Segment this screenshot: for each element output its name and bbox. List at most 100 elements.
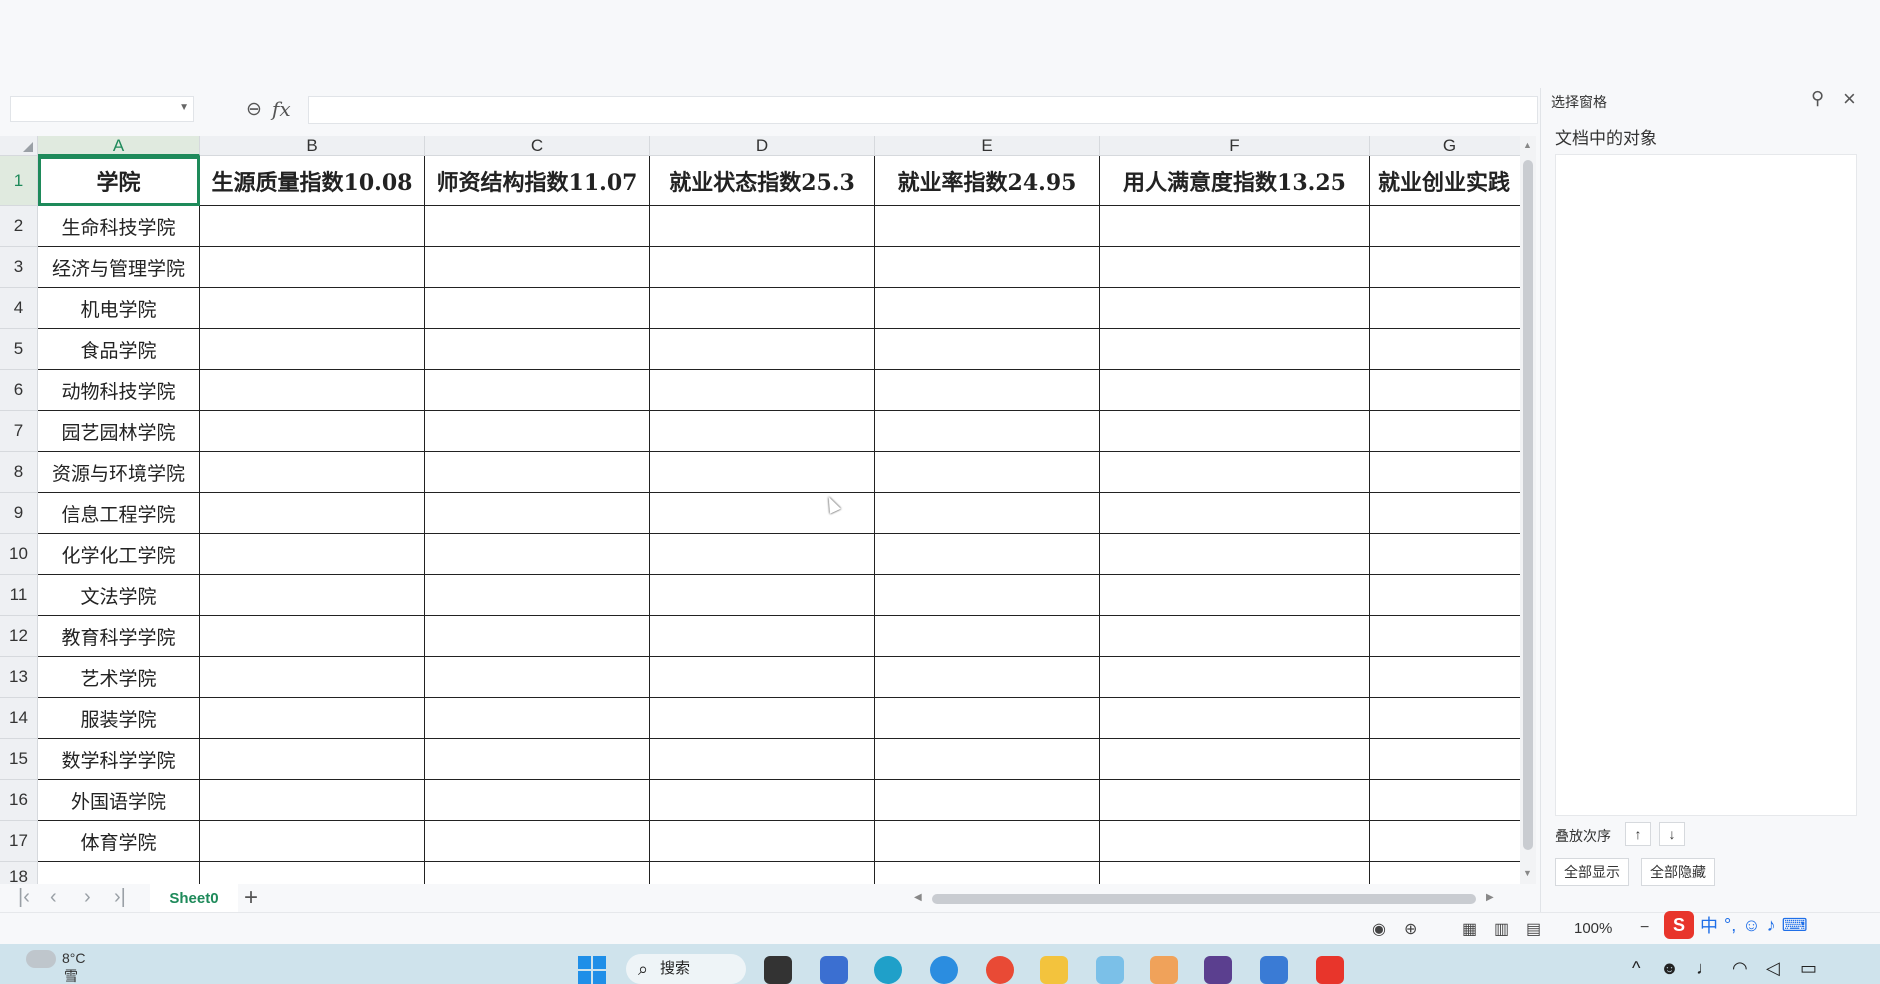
name-box[interactable]: ▼ (10, 96, 194, 122)
punct-icon[interactable]: °, (1724, 915, 1736, 936)
table-cell[interactable] (1370, 657, 1520, 698)
table-cell[interactable]: 机电学院 (38, 288, 200, 329)
table-cell[interactable] (650, 575, 875, 616)
table-cell[interactable] (875, 657, 1100, 698)
header-cell[interactable]: 用人满意度指数13.25 (1100, 156, 1370, 206)
row-header-9[interactable]: 9 (0, 493, 38, 534)
mic-icon[interactable]: ♪ (1767, 915, 1776, 936)
table-cell[interactable] (425, 698, 650, 739)
table-cell[interactable] (1370, 780, 1520, 821)
table-cell[interactable]: 生命科技学院 (38, 206, 200, 247)
table-cell[interactable] (1100, 575, 1370, 616)
row-header-12[interactable]: 12 (0, 616, 38, 657)
table-cell[interactable]: 教育科学学院 (38, 616, 200, 657)
table-cell[interactable] (1100, 493, 1370, 534)
weather-widget[interactable]: 8°C 雪 (26, 950, 86, 984)
vertical-scrollbar[interactable]: ▲ ▼ (1520, 136, 1536, 884)
table-cell[interactable] (1100, 534, 1370, 575)
wps-icon[interactable] (1316, 956, 1344, 984)
table-cell[interactable] (1370, 370, 1520, 411)
table-cell[interactable] (1100, 862, 1370, 884)
table-cell[interactable] (1100, 329, 1370, 370)
table-cell[interactable] (875, 534, 1100, 575)
table-cell[interactable] (200, 616, 425, 657)
table-cell[interactable] (650, 657, 875, 698)
zoom-level[interactable]: 100% (1574, 920, 1612, 937)
mic-icon[interactable]: ♩ (1696, 958, 1714, 979)
page-break-icon[interactable]: ▤ (1526, 919, 1541, 939)
prev-sheet-icon[interactable]: ‹ (50, 886, 57, 909)
table-cell[interactable] (425, 206, 650, 247)
table-cell[interactable] (425, 862, 650, 884)
table-cell[interactable] (200, 247, 425, 288)
table-cell[interactable] (200, 452, 425, 493)
freeze-panes-icon[interactable]: ⊕ (1404, 919, 1417, 939)
table-cell[interactable] (200, 370, 425, 411)
table-cell[interactable] (425, 329, 650, 370)
table-cell[interactable] (650, 247, 875, 288)
table-cell[interactable] (1370, 329, 1520, 370)
table-cell[interactable] (1100, 452, 1370, 493)
table-cell[interactable]: 园艺园林学院 (38, 411, 200, 452)
zoom-out-button[interactable]: − (1640, 919, 1649, 937)
task-view-icon[interactable] (764, 956, 792, 984)
battery-icon[interactable]: ▭ (1800, 958, 1817, 979)
spreadsheet-grid[interactable]: A B C D E F G 1 学院 生源质量指数10.08 师资结构指数11.07 就业状态指数25… (0, 136, 1520, 884)
table-cell[interactable] (1100, 739, 1370, 780)
wifi-icon[interactable]: ◠ (1732, 958, 1748, 979)
keyboard-icon[interactable]: ⌨ (1782, 915, 1808, 936)
object-list[interactable] (1555, 154, 1857, 816)
table-cell[interactable] (425, 534, 650, 575)
add-sheet-button[interactable]: + (244, 884, 258, 912)
column-header-b[interactable]: B (200, 136, 425, 156)
ime-mode[interactable]: 中 (1700, 912, 1718, 938)
column-header-f[interactable]: F (1100, 136, 1370, 156)
bring-forward-button[interactable]: ↑ (1625, 822, 1651, 846)
scroll-down-icon[interactable]: ▼ (1523, 868, 1532, 878)
sheet-tab-sheet0[interactable]: Sheet0 (150, 884, 238, 912)
table-cell[interactable] (425, 616, 650, 657)
table-cell[interactable] (200, 288, 425, 329)
table-cell[interactable] (875, 616, 1100, 657)
row-header-10[interactable]: 10 (0, 534, 38, 575)
row-header-2[interactable]: 2 (0, 206, 38, 247)
table-cell[interactable] (875, 862, 1100, 884)
table-cell[interactable]: 艺术学院 (38, 657, 200, 698)
table-cell[interactable] (1370, 247, 1520, 288)
table-cell[interactable] (425, 247, 650, 288)
taskbar-search[interactable]: 搜索 (626, 954, 746, 984)
table-cell[interactable] (425, 657, 650, 698)
row-header-4[interactable]: 4 (0, 288, 38, 329)
table-cell[interactable] (1100, 657, 1370, 698)
table-cell[interactable]: 资源与环境学院 (38, 452, 200, 493)
table-cell[interactable] (875, 739, 1100, 780)
table-cell[interactable] (200, 862, 425, 884)
scroll-up-icon[interactable]: ▲ (1523, 140, 1532, 150)
header-cell[interactable]: 生源质量指数10.08 (200, 156, 425, 206)
vertical-scroll-thumb[interactable] (1523, 160, 1533, 850)
column-header-g[interactable]: G (1370, 136, 1520, 156)
table-cell[interactable] (1370, 452, 1520, 493)
table-cell[interactable] (875, 575, 1100, 616)
table-cell[interactable] (875, 288, 1100, 329)
row-header-14[interactable]: 14 (0, 698, 38, 739)
app-icon[interactable] (1150, 956, 1178, 984)
horizontal-scroll-thumb[interactable] (932, 894, 1476, 904)
table-cell[interactable] (425, 493, 650, 534)
table-cell[interactable] (1370, 288, 1520, 329)
table-cell[interactable] (200, 493, 425, 534)
header-cell[interactable]: 就业率指数24.95 (875, 156, 1100, 206)
scroll-left-icon[interactable]: ◀ (914, 892, 922, 903)
windows-start-icon[interactable] (578, 956, 606, 984)
table-cell[interactable] (1100, 821, 1370, 862)
table-cell[interactable] (425, 452, 650, 493)
hide-all-button[interactable]: 全部隐藏 (1641, 858, 1715, 886)
fx-button[interactable]: fx (272, 97, 291, 121)
table-cell[interactable] (650, 206, 875, 247)
table-cell[interactable] (425, 780, 650, 821)
table-cell[interactable]: 化学化工学院 (38, 534, 200, 575)
notepad-icon[interactable] (1260, 956, 1288, 984)
table-cell[interactable] (650, 411, 875, 452)
table-cell[interactable] (1100, 206, 1370, 247)
table-cell[interactable] (875, 452, 1100, 493)
